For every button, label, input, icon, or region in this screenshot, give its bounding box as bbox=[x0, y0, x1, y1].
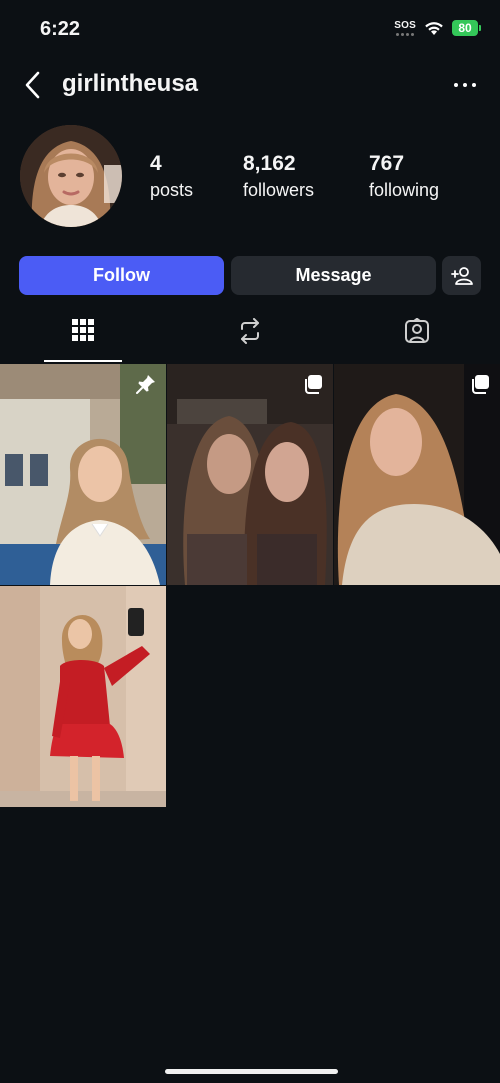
post-thumbnail[interactable] bbox=[0, 364, 166, 585]
tab-posts-grid[interactable] bbox=[0, 318, 166, 362]
message-button[interactable]: Message bbox=[231, 256, 436, 295]
tab-reposts[interactable] bbox=[167, 318, 333, 362]
home-indicator bbox=[165, 1069, 338, 1074]
stat-label: posts bbox=[150, 180, 194, 200]
sos-label: SOS bbox=[394, 19, 416, 31]
status-time: 6:22 bbox=[40, 18, 81, 40]
tab-tagged[interactable] bbox=[334, 318, 500, 362]
stat-value: 8,162 bbox=[243, 152, 296, 175]
status-icons: SOS 80 bbox=[394, 19, 481, 36]
battery-level: 80 bbox=[458, 21, 472, 35]
stat-label: followers bbox=[243, 180, 315, 200]
suggested-users-button[interactable] bbox=[442, 256, 481, 295]
avatar-image bbox=[20, 125, 122, 227]
stat-followers[interactable]: 8,162 followers bbox=[243, 152, 314, 202]
post-image bbox=[0, 364, 166, 585]
stat-label: following bbox=[369, 180, 440, 200]
carousel-icon bbox=[472, 375, 489, 394]
reposts-icon bbox=[241, 318, 259, 344]
stat-value: 4 bbox=[150, 152, 162, 175]
grid-icon bbox=[72, 319, 94, 341]
pin-icon bbox=[136, 375, 155, 394]
post-image bbox=[334, 364, 500, 585]
more-horizontal-icon bbox=[454, 83, 458, 87]
sos-indicator: SOS bbox=[394, 19, 416, 36]
stat-posts[interactable]: 4 posts bbox=[150, 152, 193, 202]
carousel-icon bbox=[305, 375, 322, 394]
stat-value: 767 bbox=[369, 152, 405, 175]
avatar[interactable] bbox=[20, 125, 122, 227]
post-thumbnail[interactable] bbox=[167, 364, 333, 585]
add-user-icon bbox=[450, 266, 473, 285]
battery-icon: 80 bbox=[452, 20, 481, 36]
more-options-button[interactable] bbox=[454, 74, 476, 96]
profile-username: girlintheusa bbox=[62, 70, 199, 97]
post-image bbox=[0, 586, 166, 807]
stat-following[interactable]: 767 following bbox=[369, 152, 439, 202]
wifi-icon bbox=[425, 21, 443, 35]
chevron-left-icon bbox=[25, 71, 40, 99]
post-thumbnail[interactable] bbox=[0, 586, 166, 807]
post-thumbnail[interactable] bbox=[334, 364, 500, 585]
back-button[interactable] bbox=[22, 68, 46, 102]
post-image bbox=[167, 364, 333, 585]
profile-screen: 6:22 SOS 80 girlintheusa 4 posts 8,162 f… bbox=[0, 0, 500, 1083]
follow-button[interactable]: Follow bbox=[19, 256, 224, 295]
tagged-icon bbox=[405, 318, 429, 343]
signal-dots-icon bbox=[396, 32, 415, 36]
profile-tabs bbox=[0, 318, 500, 362]
active-tab-indicator bbox=[44, 360, 122, 362]
